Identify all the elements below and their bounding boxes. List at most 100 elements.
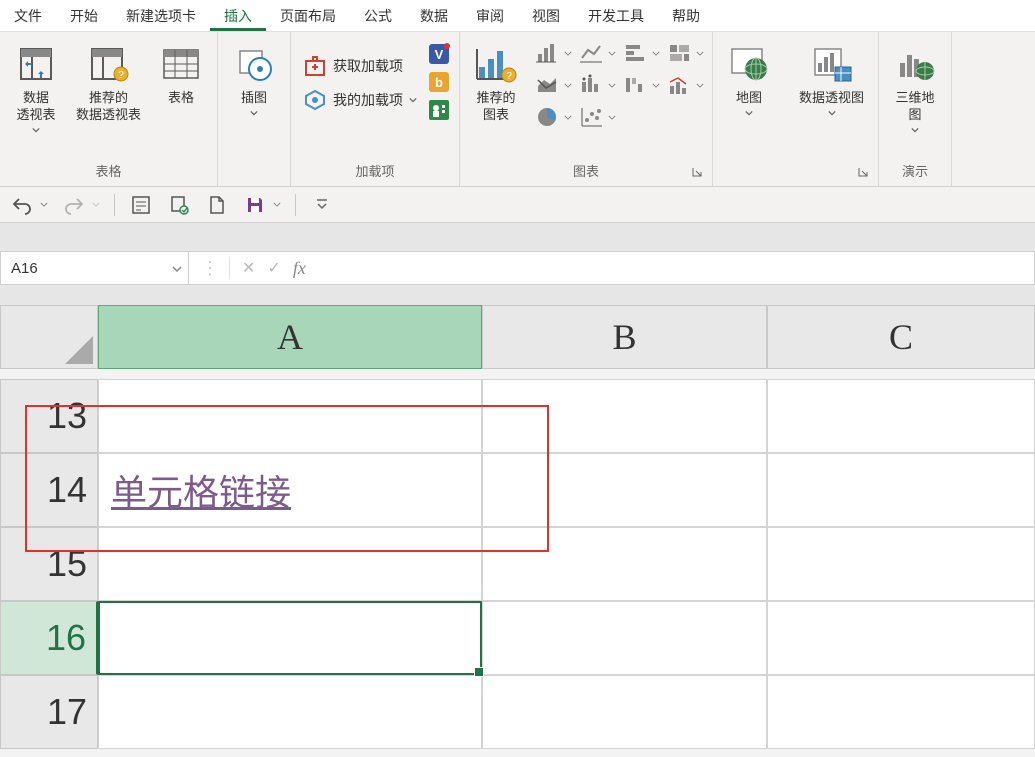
recommended-pivot-button[interactable]: ? 推荐的 数据透视表 — [70, 38, 147, 128]
svg-text:?: ? — [506, 71, 512, 82]
name-box[interactable] — [1, 252, 189, 284]
row-header-17[interactable]: 17 — [0, 675, 98, 749]
ribbon-group-addins: 获取加载项 我的加载项 V b 加载项 — [291, 32, 460, 186]
cell-c15[interactable] — [767, 527, 1035, 601]
cell-c17[interactable] — [767, 675, 1035, 749]
map-label: 地图 — [736, 90, 762, 107]
cell-c16[interactable] — [767, 601, 1035, 675]
pivot-chart-button[interactable]: 数据透视图 — [793, 38, 870, 121]
row-header-16[interactable]: 16 — [0, 601, 98, 675]
svg-text:b: b — [435, 75, 443, 90]
get-addins-button[interactable]: 获取加载项 — [299, 52, 421, 80]
hierarchy-chart-button[interactable] — [668, 38, 704, 68]
dialog-launcher-icon[interactable] — [856, 166, 870, 180]
cell-c13[interactable] — [767, 379, 1035, 453]
cell-b13[interactable] — [482, 379, 767, 453]
chevron-down-icon[interactable] — [172, 259, 182, 277]
row-header-15[interactable]: 15 — [0, 527, 98, 601]
row-header-13[interactable]: 13 — [0, 379, 98, 453]
cell-a13[interactable] — [98, 379, 482, 453]
pivot-table-label: 数据 透视表 — [16, 90, 55, 124]
recommended-pivot-icon: ? — [87, 42, 131, 86]
ribbon: 数据 透视表 ? 推荐的 数据透视表 表格 表格 — [0, 32, 1035, 187]
stat-chart-button[interactable] — [580, 70, 616, 100]
formula-input[interactable] — [318, 260, 1034, 277]
save-button[interactable] — [243, 193, 267, 217]
people-graph-icon[interactable] — [427, 98, 451, 122]
cell-a15[interactable] — [98, 527, 482, 601]
scatter-chart-button[interactable] — [580, 102, 616, 132]
hyperlink[interactable]: 单元格链接 — [111, 464, 291, 516]
row-header-14[interactable]: 14 — [0, 453, 98, 527]
cell-b14[interactable] — [482, 453, 767, 527]
cell-a16[interactable] — [98, 601, 482, 675]
combo-chart-button[interactable] — [668, 70, 704, 100]
3d-map-icon — [893, 42, 937, 86]
cell-a14[interactable]: 单元格链接 — [98, 453, 482, 527]
undo-button[interactable] — [10, 193, 34, 217]
cell-a17[interactable] — [98, 675, 482, 749]
map-button[interactable]: 地图 — [721, 38, 777, 121]
line-chart-button[interactable] — [580, 38, 616, 68]
new-file-button[interactable] — [205, 193, 229, 217]
pivot-table-button[interactable]: 数据 透视表 — [8, 38, 64, 138]
column-header-a[interactable]: A — [98, 305, 482, 369]
table-button[interactable]: 表格 — [153, 38, 209, 111]
redo-button[interactable] — [62, 193, 86, 217]
cell-b17[interactable] — [482, 675, 767, 749]
group-label-pivotchart — [793, 176, 870, 184]
addin-icon — [303, 88, 327, 112]
chevron-down-icon[interactable] — [273, 202, 281, 207]
waterfall-chart-button[interactable] — [624, 70, 660, 100]
chevron-down-icon[interactable] — [40, 202, 48, 207]
cell-b16[interactable] — [482, 601, 767, 675]
ribbon-group-tours: 三维地 图 演示 — [879, 32, 952, 186]
menu-insert[interactable]: 插入 — [210, 0, 266, 31]
select-all-corner[interactable] — [0, 305, 98, 369]
cell-c14[interactable] — [767, 453, 1035, 527]
recommended-charts-icon: ? — [474, 42, 518, 86]
get-addins-label: 获取加载项 — [333, 56, 403, 76]
column-chart-button[interactable] — [536, 38, 572, 68]
column-header-c[interactable]: C — [767, 305, 1035, 369]
column-header-b[interactable]: B — [482, 305, 767, 369]
accept-formula-button[interactable]: ✓ — [267, 258, 280, 278]
my-addins-button[interactable]: 我的加载项 — [299, 86, 421, 114]
menu-view[interactable]: 视图 — [518, 0, 574, 31]
menu-review[interactable]: 审阅 — [462, 0, 518, 31]
illustrations-button[interactable]: 插图 — [226, 38, 282, 121]
formula-bar: ⋮ ✕ ✓ fx — [0, 251, 1035, 285]
fx-button[interactable]: fx — [293, 258, 306, 279]
cell-b15[interactable] — [482, 527, 767, 601]
dialog-launcher-icon[interactable] — [690, 166, 704, 180]
chevron-down-icon — [828, 109, 836, 117]
3d-map-button[interactable]: 三维地 图 — [887, 38, 943, 138]
form-button[interactable] — [129, 193, 153, 217]
pie-chart-button[interactable] — [536, 102, 572, 132]
print-preview-button[interactable] — [167, 193, 191, 217]
visio-icon[interactable]: V — [427, 42, 451, 66]
ribbon-group-illustrations: 插图 — [218, 32, 291, 186]
menu-home[interactable]: 开始 — [56, 0, 112, 31]
bar-chart-button[interactable] — [624, 38, 660, 68]
recommended-charts-button[interactable]: ? 推荐的 图表 — [468, 38, 524, 128]
recommended-charts-label: 推荐的 图表 — [477, 90, 516, 124]
customize-qat-button[interactable] — [310, 193, 334, 217]
name-box-input[interactable] — [1, 260, 188, 277]
menu-devtools[interactable]: 开发工具 — [574, 0, 658, 31]
spacer — [0, 223, 1035, 251]
area-chart-button[interactable] — [536, 70, 572, 100]
menu-data[interactable]: 数据 — [406, 0, 462, 31]
menu-file[interactable]: 文件 — [0, 0, 56, 31]
group-label-tables: 表格 — [8, 157, 209, 184]
chevron-down-icon[interactable] — [92, 202, 100, 207]
menu-help[interactable]: 帮助 — [658, 0, 714, 31]
menu-newtab[interactable]: 新建选项卡 — [112, 0, 210, 31]
menu-formulas[interactable]: 公式 — [350, 0, 406, 31]
bing-icon[interactable]: b — [427, 70, 451, 94]
illustrations-icon — [232, 42, 276, 86]
menu-pagelayout[interactable]: 页面布局 — [266, 0, 350, 31]
my-addins-label: 我的加载项 — [333, 90, 403, 110]
group-label-map — [721, 176, 777, 184]
cancel-formula-button[interactable]: ✕ — [242, 258, 255, 278]
